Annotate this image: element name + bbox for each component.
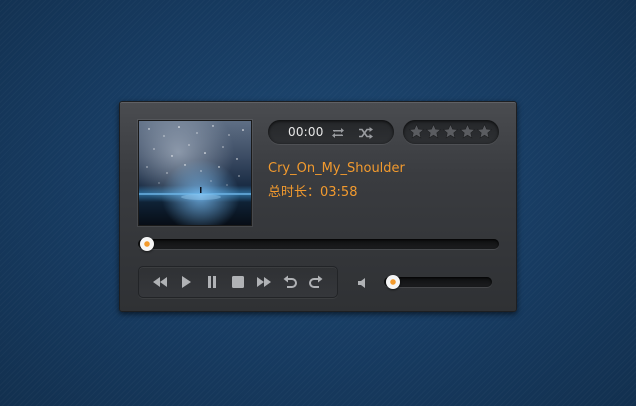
music-player: 00:00 Cry_On_My_Shoulder 总时长：03:58: [119, 101, 517, 312]
album-art: [138, 120, 252, 226]
star-rating: [403, 120, 499, 144]
playback-controls: [138, 266, 338, 298]
volume-icon[interactable]: [356, 275, 370, 289]
repeat-icon[interactable]: [330, 125, 346, 139]
song-duration: 总时长：03:58: [268, 185, 358, 200]
time-display: 00:00: [268, 120, 394, 144]
current-time: 00:00: [288, 125, 324, 139]
progress-handle[interactable]: [140, 237, 154, 251]
star-icon[interactable]: [459, 123, 476, 140]
play-icon[interactable]: [177, 274, 195, 290]
redo-icon[interactable]: [307, 274, 325, 290]
song-title: Cry_On_My_Shoulder: [268, 161, 405, 176]
volume-slider[interactable]: [384, 275, 492, 289]
star-icon[interactable]: [425, 123, 442, 140]
stop-icon[interactable]: [229, 274, 247, 290]
volume-handle[interactable]: [386, 275, 400, 289]
star-icon[interactable]: [476, 123, 493, 140]
pause-icon[interactable]: [203, 274, 221, 290]
undo-icon[interactable]: [281, 274, 299, 290]
star-icon[interactable]: [442, 123, 459, 140]
star-icon[interactable]: [408, 123, 425, 140]
progress-slider[interactable]: [138, 237, 499, 251]
shuffle-icon[interactable]: [358, 125, 374, 139]
fast-forward-icon[interactable]: [255, 274, 273, 290]
rewind-icon[interactable]: [151, 274, 169, 290]
